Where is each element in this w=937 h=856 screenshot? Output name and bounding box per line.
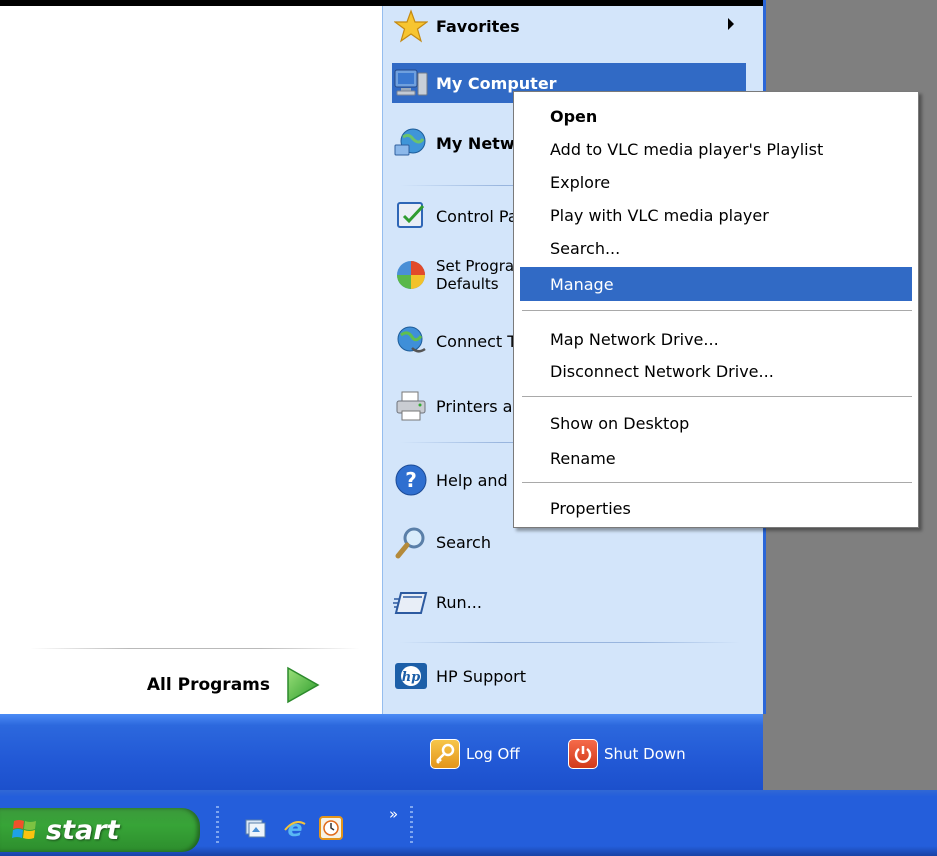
menu-item-label: Run... (436, 592, 482, 612)
ctx-separator (522, 396, 912, 397)
menu-item-label: Search (436, 532, 491, 552)
ctx-item-rename[interactable]: Rename (520, 442, 912, 475)
all-programs-label: All Programs (146, 675, 270, 695)
ctx-item-search[interactable]: Search... (520, 232, 912, 265)
all-programs-button[interactable]: All Programs (20, 660, 320, 710)
ctx-item-label: Manage (550, 274, 614, 294)
start-label: start (46, 814, 120, 846)
ctx-item-label: Search... (550, 239, 621, 258)
clock-icon[interactable] (318, 815, 344, 841)
printer-icon (392, 389, 430, 423)
taskbar-grip[interactable] (216, 806, 219, 846)
ctx-item-disconnect-network-drive[interactable]: Disconnect Network Drive... (520, 355, 912, 388)
network-places-icon (392, 126, 430, 160)
ctx-item-label: Properties (550, 499, 631, 518)
menu-item-run[interactable]: Run... (392, 582, 752, 622)
ctx-separator (522, 310, 912, 311)
menu-item-label: Connect To (436, 331, 525, 351)
ctx-item-label: Open (550, 107, 598, 126)
left-panel-separator (30, 648, 360, 649)
log-off-label: Log Off (466, 745, 520, 763)
start-menu-left-panel (0, 6, 382, 714)
help-icon: ? (392, 463, 430, 497)
svg-text:?: ? (405, 468, 417, 492)
ctx-item-add-to-vlc-playlist[interactable]: Add to VLC media player's Playlist (520, 133, 912, 166)
shut-down-label: Shut Down (604, 745, 686, 763)
taskbar-grip[interactable] (410, 806, 413, 846)
log-off-button[interactable]: Log Off (430, 739, 520, 769)
star-icon (392, 9, 430, 43)
ctx-item-label: Add to VLC media player's Playlist (550, 140, 824, 159)
ctx-item-open[interactable]: Open (520, 100, 912, 133)
ctx-item-play-with-vlc[interactable]: Play with VLC media player (520, 199, 912, 232)
key-icon (430, 739, 460, 769)
ctx-item-properties[interactable]: Properties (520, 492, 912, 525)
shut-down-button[interactable]: Shut Down (568, 739, 686, 769)
ctx-item-label: Disconnect Network Drive... (550, 362, 774, 381)
ctx-item-explore[interactable]: Explore (520, 166, 912, 199)
menu-separator (400, 642, 740, 643)
ctx-item-label: Explore (550, 173, 611, 192)
green-arrow-icon (287, 666, 320, 704)
ctx-separator (522, 482, 912, 483)
start-button[interactable]: start (0, 808, 200, 852)
set-program-access-icon (392, 258, 430, 292)
connect-to-icon (392, 324, 430, 358)
my-computer-icon (392, 66, 430, 100)
internet-explorer-icon[interactable]: e (282, 815, 308, 841)
ctx-item-label: Play with VLC media player (550, 206, 769, 225)
control-panel-icon (392, 199, 430, 233)
ctx-item-label: Map Network Drive... (550, 330, 719, 349)
hp-logo-icon: hp (392, 659, 430, 693)
ctx-item-label: Rename (550, 449, 616, 468)
menu-item-hp-support[interactable]: hp HP Support (392, 656, 752, 696)
power-icon (568, 739, 598, 769)
svg-text:e: e (288, 817, 303, 840)
menu-item-favorites[interactable]: Favorites (392, 6, 752, 46)
run-icon (392, 585, 430, 619)
ctx-item-map-network-drive[interactable]: Map Network Drive... (520, 323, 912, 356)
search-icon (392, 525, 430, 559)
menu-item-label: HP Support (436, 666, 527, 686)
menu-item-label: Favorites (436, 16, 520, 36)
show-more-chevron[interactable]: » (389, 805, 398, 823)
menu-item-search[interactable]: Search (392, 522, 752, 562)
ctx-item-show-on-desktop[interactable]: Show on Desktop (520, 407, 912, 440)
menu-item-label: My Computer (436, 73, 557, 93)
svg-text:hp: hp (402, 670, 421, 685)
chevron-label: » (389, 805, 399, 823)
ctx-item-label: Show on Desktop (550, 414, 690, 433)
desktop-icon[interactable] (242, 815, 268, 841)
context-menu: Open Add to VLC media player's Playlist … (513, 91, 919, 528)
ctx-item-manage[interactable]: Manage (520, 267, 912, 301)
submenu-arrow-icon (728, 18, 734, 30)
windows-logo-icon (12, 817, 38, 843)
